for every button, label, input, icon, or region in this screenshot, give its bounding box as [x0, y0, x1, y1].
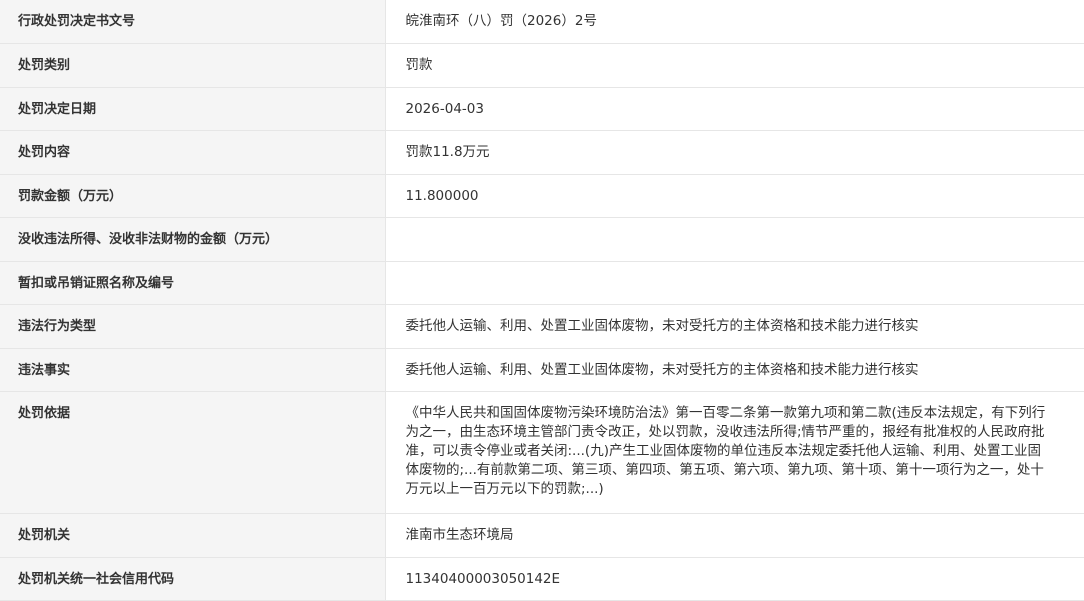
field-value: 11340400003050142E [385, 556, 1084, 601]
field-label: 暂扣或吊销证照名称及编号 [0, 260, 386, 305]
field-label: 处罚内容 [0, 130, 386, 174]
row-license-revocation: 暂扣或吊销证照名称及编号 [0, 260, 1084, 305]
field-label: 处罚机关统一社会信用代码 [0, 556, 386, 601]
field-label: 处罚依据 [0, 391, 386, 514]
field-value: 委托他人运输、利用、处置工业固体废物，未对受托方的主体资格和技术能力进行核实 [385, 347, 1084, 392]
field-label: 行政处罚决定书文号 [0, 0, 386, 44]
field-value: 淮南市生态环境局 [385, 513, 1084, 557]
field-label: 处罚机关 [0, 513, 386, 557]
field-value: 11.800000 [385, 173, 1084, 218]
field-value: 《中华人民共和国固体废物污染环境防治法》第一百零二条第一款第九项和第二款(违反本… [385, 391, 1084, 514]
row-fine-amount: 罚款金额（万元） 11.800000 [0, 173, 1084, 218]
row-decision-date: 处罚决定日期 2026-04-03 [0, 86, 1084, 131]
field-value [385, 260, 1084, 305]
field-label: 违法行为类型 [0, 304, 386, 348]
row-confiscation-amount: 没收违法所得、没收非法财物的金额（万元） [0, 217, 1084, 261]
row-violation-facts: 违法事实 委托他人运输、利用、处置工业固体废物，未对受托方的主体资格和技术能力进… [0, 347, 1084, 392]
row-penalty-authority: 处罚机关 淮南市生态环境局 [0, 513, 1084, 557]
field-value: 2026-04-03 [385, 86, 1084, 131]
row-penalty-basis: 处罚依据 《中华人民共和国固体废物污染环境防治法》第一百零二条第一款第九项和第二… [0, 391, 1084, 514]
field-value: 罚款11.8万元 [385, 130, 1084, 174]
field-label: 处罚决定日期 [0, 86, 386, 131]
row-penalty-category: 处罚类别 罚款 [0, 43, 1084, 87]
field-label: 处罚类别 [0, 43, 386, 87]
row-decision-number: 行政处罚决定书文号 皖淮南环（八）罚（2026）2号 [0, 0, 1084, 44]
row-violation-type: 违法行为类型 委托他人运输、利用、处置工业固体废物，未对受托方的主体资格和技术能… [0, 304, 1084, 348]
penalty-record-table: 行政处罚决定书文号 皖淮南环（八）罚（2026）2号 处罚类别 罚款 处罚决定日… [0, 0, 1084, 601]
field-value: 皖淮南环（八）罚（2026）2号 [385, 0, 1084, 44]
field-label: 没收违法所得、没收非法财物的金额（万元） [0, 217, 386, 261]
field-value [385, 217, 1084, 261]
row-authority-credit-code: 处罚机关统一社会信用代码 11340400003050142E [0, 556, 1084, 601]
field-value: 委托他人运输、利用、处置工业固体废物，未对受托方的主体资格和技术能力进行核实 [385, 304, 1084, 348]
row-penalty-content: 处罚内容 罚款11.8万元 [0, 130, 1084, 174]
field-label: 违法事实 [0, 347, 386, 392]
field-value: 罚款 [385, 43, 1084, 87]
field-label: 罚款金额（万元） [0, 173, 386, 218]
